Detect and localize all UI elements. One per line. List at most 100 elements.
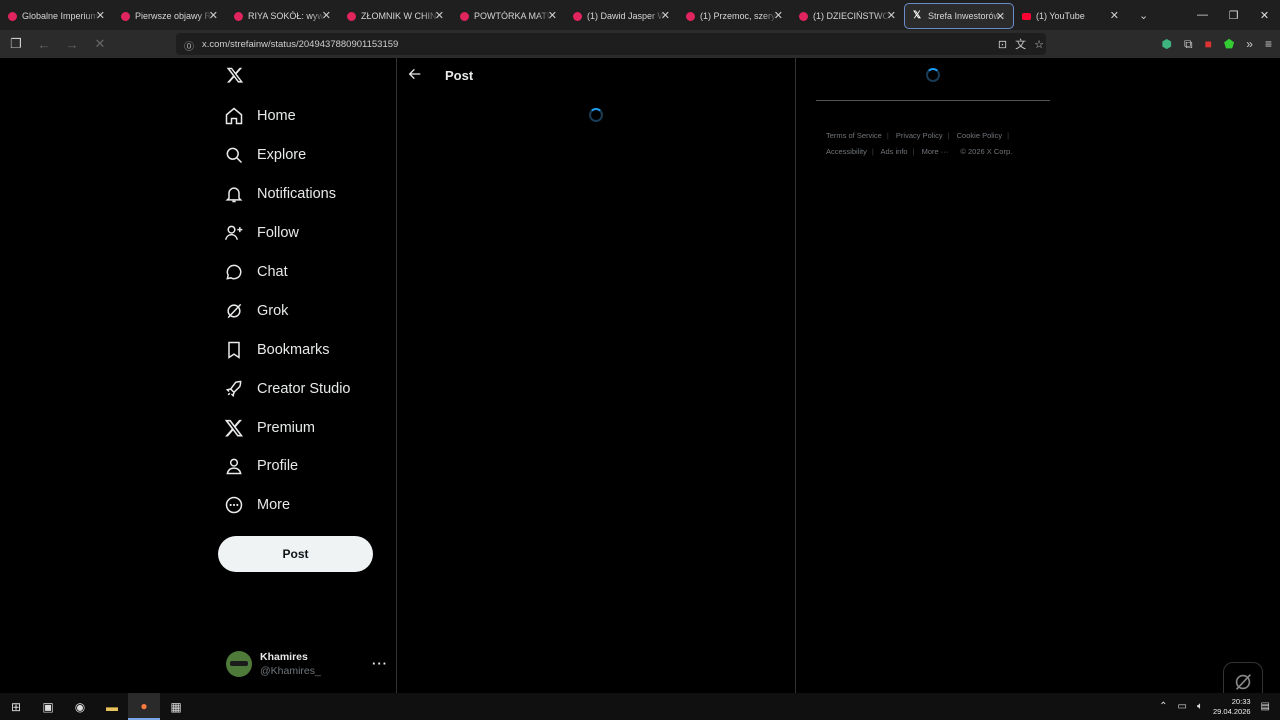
- browser-taskbar-icon[interactable]: ●: [128, 693, 160, 720]
- browser-tab[interactable]: Pierwsze objawy RAK✕: [113, 3, 226, 29]
- account-switcher[interactable]: Khamires @Khamires_ ···: [226, 646, 388, 682]
- nav-item-home[interactable]: Home: [224, 101, 296, 131]
- nav-label: More: [257, 497, 291, 513]
- forward-nav-icon[interactable]: →: [60, 32, 84, 56]
- footer-link[interactable]: Ads info: [880, 147, 907, 156]
- add-user-icon: [224, 225, 243, 240]
- close-tab-icon[interactable]: ✕: [887, 9, 896, 22]
- nav-item-chat[interactable]: Chat: [224, 257, 288, 287]
- browser-tab[interactable]: RIYA SOKÓŁ: wywiad✕: [226, 3, 339, 29]
- install-app-icon[interactable]: ⊡: [998, 38, 1007, 51]
- browser-tab[interactable]: (1) Dawid Jasper WIZ✕: [565, 3, 678, 29]
- browser-tab-active[interactable]: 𝕏 Strefa Inwestorów on ✕: [904, 3, 1014, 29]
- main-column: Post: [396, 58, 796, 693]
- tab-title: (1) Dawid Jasper WIZ: [587, 11, 665, 21]
- close-tab-icon[interactable]: ✕: [209, 9, 218, 22]
- nav-item-profile[interactable]: Profile: [224, 451, 298, 481]
- system-tray: ⌃ ▭ 🔈︎ 20:33 29.04.2026 ▤: [1159, 693, 1280, 720]
- nav-label: Grok: [257, 303, 289, 319]
- volume-icon[interactable]: 🔈︎: [1197, 701, 1203, 712]
- nav-item-creator-studio[interactable]: Creator Studio: [224, 374, 351, 404]
- close-tab-icon[interactable]: ✕: [774, 9, 783, 22]
- nav-item-bookmarks[interactable]: Bookmarks: [224, 335, 330, 365]
- loading-spinner-icon: [589, 108, 603, 122]
- nav-item-grok[interactable]: Grok: [224, 296, 288, 326]
- footer-link[interactable]: Privacy Policy: [896, 131, 943, 140]
- notifications-center-icon[interactable]: ▤: [1261, 701, 1270, 712]
- page-title: Post: [445, 68, 474, 83]
- close-tab-icon[interactable]: ✕: [96, 9, 105, 22]
- post-button[interactable]: Post: [218, 536, 373, 572]
- account-handle: @Khamires_: [260, 665, 321, 677]
- browser-tab[interactable]: POWTÓRKA MATURA✕: [452, 3, 565, 29]
- back-arrow-icon[interactable]: [407, 66, 423, 82]
- window-controls: — ❐ ✕: [1187, 0, 1280, 30]
- browser-tab[interactable]: ZŁOMNIK W CHINACH✕: [339, 3, 452, 29]
- clock[interactable]: 20:33 29.04.2026: [1213, 697, 1251, 717]
- more-dots-icon[interactable]: ···: [372, 656, 388, 671]
- chevron-right-icon[interactable]: »: [1246, 37, 1253, 51]
- tab-title: Strefa Inwestorów on: [928, 11, 1006, 21]
- nav-item-explore[interactable]: Explore: [224, 140, 306, 170]
- nav-item-premium[interactable]: Premium: [224, 413, 315, 443]
- divider: [816, 100, 1050, 101]
- network-icon[interactable]: ▭: [1178, 701, 1187, 712]
- footer-link[interactable]: Accessibility: [826, 147, 867, 156]
- calculator-icon[interactable]: ▦: [160, 693, 192, 720]
- close-window-icon[interactable]: ✕: [1249, 0, 1280, 30]
- browser-tab[interactable]: (1) YouTube ✕: [1014, 3, 1127, 29]
- tab-title: POWTÓRKA MATURA: [474, 11, 552, 21]
- adblock-extension-icon[interactable]: ■: [1205, 37, 1212, 51]
- translate-icon[interactable]: 文: [1015, 36, 1026, 52]
- x-logo-icon[interactable]: [226, 66, 244, 84]
- minimize-icon[interactable]: —: [1187, 0, 1218, 30]
- close-tab-icon[interactable]: ✕: [322, 9, 331, 22]
- close-tab-icon[interactable]: ✕: [435, 9, 444, 22]
- browser-tab-bar: Globalne Imperium B✕ Pierwsze objawy RAK…: [0, 0, 1280, 30]
- close-tab-icon[interactable]: ✕: [661, 9, 670, 22]
- footer-link[interactable]: Cookie Policy: [957, 131, 1002, 140]
- browser-tab[interactable]: (1) DZIECIŃSTWO NA✕: [791, 3, 904, 29]
- tab-title: ZŁOMNIK W CHINACH: [361, 11, 439, 21]
- footer-link[interactable]: Terms of Service: [826, 131, 882, 140]
- tab-list-chevron-icon[interactable]: ⌄: [1139, 9, 1148, 22]
- shield-extension-icon[interactable]: ⬢: [1162, 37, 1172, 51]
- bell-icon: [225, 187, 243, 203]
- tray-chevron-up-icon[interactable]: ⌃: [1159, 701, 1167, 712]
- favorite-star-icon[interactable]: ☆: [1034, 38, 1044, 51]
- tab-title: (1) DZIECIŃSTWO NA: [813, 11, 891, 21]
- nav-label: Creator Studio: [257, 381, 351, 397]
- footer-link[interactable]: More ···: [922, 147, 949, 156]
- address-bar[interactable]: ⓪ x.com/strefainw/status/204943788090115…: [176, 33, 1046, 55]
- address-bar-actions: ⊡ 文 ☆: [998, 33, 1044, 55]
- nav-item-follow[interactable]: Follow: [224, 218, 299, 248]
- stop-loading-icon[interactable]: ✕: [88, 32, 112, 56]
- tab-actions-icon[interactable]: ❐: [4, 32, 28, 56]
- youtube-icon: [8, 11, 17, 21]
- extensions-icon[interactable]: ⧉: [1184, 37, 1193, 52]
- windows-start-icon[interactable]: ⊞: [0, 693, 32, 720]
- browser-tab[interactable]: Globalne Imperium B ✕: [0, 3, 113, 29]
- tab-title: (1) YouTube: [1036, 11, 1085, 21]
- browser-menu-icon[interactable]: ≡: [1265, 37, 1272, 51]
- avatar: [226, 651, 252, 677]
- nav-label: Chat: [257, 264, 288, 280]
- file-explorer-icon[interactable]: ▬: [96, 693, 128, 720]
- nav-item-more[interactable]: More: [224, 490, 290, 520]
- tab-title: RIYA SOKÓŁ: wywiad: [248, 11, 326, 21]
- account-display-name: Khamires: [260, 651, 308, 663]
- close-tab-icon[interactable]: ✕: [996, 10, 1005, 23]
- site-info-icon[interactable]: ⓪: [184, 38, 196, 53]
- nav-item-notifications[interactable]: Notifications: [224, 179, 336, 209]
- browser-tab[interactable]: (1) Przemoc, szeryfo ✕: [678, 3, 791, 29]
- vpn-extension-icon[interactable]: ⬟: [1224, 37, 1234, 51]
- tab-title: Pierwsze objawy RAK: [135, 11, 213, 21]
- grok-icon: [1235, 674, 1251, 690]
- maximize-icon[interactable]: ❐: [1218, 0, 1249, 30]
- close-tab-icon[interactable]: ✕: [548, 9, 557, 22]
- back-nav-icon[interactable]: ←: [32, 32, 56, 56]
- youtube-icon: [234, 11, 243, 21]
- close-tab-icon[interactable]: ✕: [1110, 9, 1119, 22]
- monitor-app-icon[interactable]: ▣: [32, 693, 64, 720]
- steam-icon[interactable]: ◉: [64, 693, 96, 720]
